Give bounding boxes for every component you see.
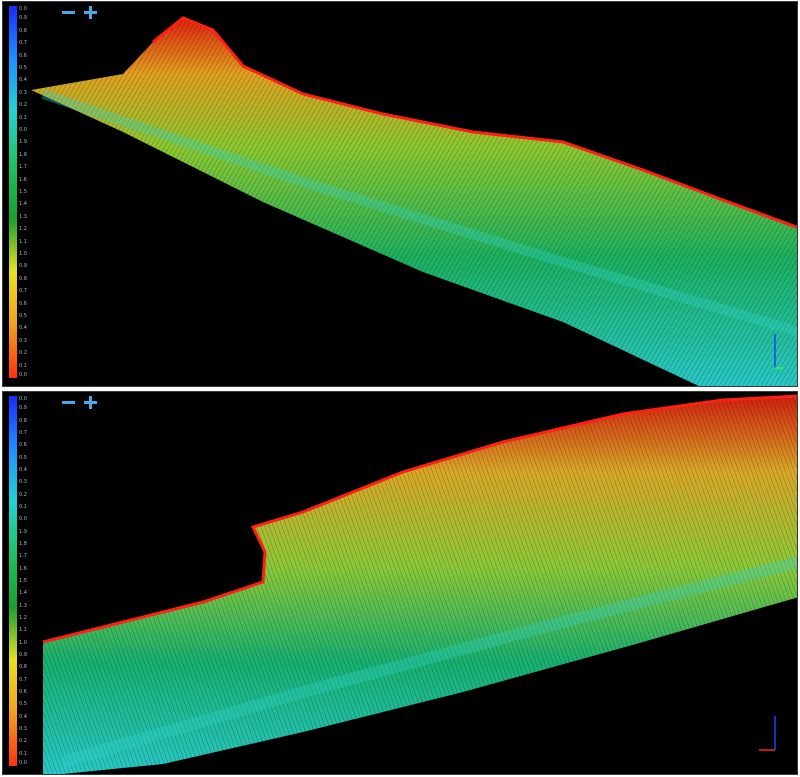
scale-tick-label: 1.0 bbox=[19, 251, 27, 257]
scale-tick-label: 0.3 bbox=[19, 89, 27, 96]
scale-tick-label: 0.5 bbox=[19, 65, 27, 71]
scale-tick-label: 0.7 bbox=[19, 430, 27, 436]
scale-tick-label: 0.8 bbox=[19, 275, 27, 282]
scale-tick-label: 1.0 bbox=[19, 639, 27, 646]
scale-tick-label: 1.9 bbox=[19, 139, 27, 146]
scale-tick-label: 1.5 bbox=[19, 189, 27, 195]
scale-tick-label: 0.4 bbox=[19, 467, 27, 473]
color-scale-bar bbox=[9, 6, 17, 378]
minus-icon bbox=[62, 11, 75, 14]
scale-tick-label: 0.5 bbox=[19, 454, 27, 461]
scale-tick-label: 0.9 bbox=[19, 405, 27, 412]
point-cloud-viewport-top[interactable]: 0.0 0.9 0.8 0.7 0.6 0.5 0.4 0.3 0.2 0.1 0.0 1.9 1.8 1… bbox=[2, 1, 798, 387]
zoom-controls-top bbox=[61, 3, 105, 23]
scale-tick-label: 0.0 bbox=[19, 760, 27, 766]
zoom-out-button[interactable] bbox=[61, 394, 77, 412]
scale-tick-label: 0.8 bbox=[19, 417, 27, 424]
scale-tick-label: 0.7 bbox=[19, 288, 27, 295]
scale-tick-label: 1.1 bbox=[19, 627, 27, 634]
scale-tick-label: 0.1 bbox=[19, 750, 27, 757]
scale-tick-label: 1.8 bbox=[19, 541, 27, 547]
scale-tick-label: 0.5 bbox=[19, 701, 27, 708]
scale-tick-label: 0.4 bbox=[19, 325, 27, 332]
scale-tick-label: 0.0 bbox=[19, 372, 27, 378]
scale-tick-label: 0.3 bbox=[19, 337, 27, 344]
scale-tick-label: 0.7 bbox=[19, 40, 27, 47]
scale-tick-label: 0.0 bbox=[19, 396, 27, 402]
scale-tick-label: 0.2 bbox=[19, 350, 27, 357]
scale-tick-label: 0.6 bbox=[19, 442, 27, 449]
axis-gizmo-top bbox=[774, 334, 783, 369]
scale-tick-label: 0.5 bbox=[19, 313, 27, 319]
scale-tick-label: 1.3 bbox=[19, 213, 27, 220]
zoom-out-button[interactable] bbox=[61, 4, 77, 22]
zoom-in-button[interactable] bbox=[83, 394, 99, 412]
terrain-point-cloud-bottom[interactable] bbox=[3, 392, 798, 775]
zoom-controls-bottom bbox=[61, 393, 105, 413]
scale-tick-label: 0.9 bbox=[19, 263, 27, 270]
scale-tick-label: 0.8 bbox=[19, 27, 27, 34]
scale-tick-label: 1.7 bbox=[19, 553, 27, 560]
scale-tick-label: 1.6 bbox=[19, 176, 27, 183]
scale-tick-label: 0.1 bbox=[19, 504, 27, 510]
scale-tick-label: 1.2 bbox=[19, 615, 27, 621]
scale-tick-label: 1.4 bbox=[19, 590, 27, 597]
scale-tick-label: 1.2 bbox=[19, 226, 27, 233]
scale-tick-label: 0.6 bbox=[19, 689, 27, 695]
scale-tick-label: 0.0 bbox=[19, 127, 27, 133]
scale-tick-label: 0.9 bbox=[19, 15, 27, 22]
scale-tick-label: 0.8 bbox=[19, 664, 27, 671]
scale-tick-label: 0.6 bbox=[19, 52, 27, 59]
scale-tick-label: 0.3 bbox=[19, 479, 27, 486]
scale-tick-label: 0.2 bbox=[19, 102, 27, 109]
scale-tick-label: 0.4 bbox=[19, 77, 27, 84]
scale-tick-label: 1.8 bbox=[19, 151, 27, 158]
scale-tick-label: 0.3 bbox=[19, 726, 27, 732]
minus-icon bbox=[62, 401, 75, 404]
scale-tick-label: 1.6 bbox=[19, 565, 27, 572]
scale-tick-label: 0.1 bbox=[19, 114, 27, 121]
axis-gizmo-bottom bbox=[759, 716, 776, 751]
scale-tick-label: 0.7 bbox=[19, 676, 27, 683]
scale-tick-label: 1.4 bbox=[19, 201, 27, 208]
scale-tick-label: 0.2 bbox=[19, 491, 27, 498]
scale-tick-label: 0.0 bbox=[19, 516, 27, 523]
scale-tick-label: 1.1 bbox=[19, 238, 27, 245]
terrain-point-cloud-top[interactable] bbox=[3, 2, 798, 387]
scale-tick-label: 1.7 bbox=[19, 164, 27, 171]
scale-tick-label: 0.1 bbox=[19, 362, 27, 369]
scale-tick-label: 0.4 bbox=[19, 713, 27, 720]
scale-tick-label: 0.2 bbox=[19, 738, 27, 745]
zoom-in-button[interactable] bbox=[83, 4, 99, 22]
color-scale-bar bbox=[9, 396, 17, 766]
point-cloud-viewport-bottom[interactable]: 0.0 0.9 0.8 0.7 0.6 0.5 0.4 0.3 0.2 0.1 0.0 1.9 1.8 1… bbox=[2, 391, 798, 775]
scale-tick-label: 0.6 bbox=[19, 300, 27, 307]
scale-tick-label: 1.3 bbox=[19, 602, 27, 609]
scale-tick-label: 1.5 bbox=[19, 578, 27, 584]
scale-tick-label: 0.9 bbox=[19, 652, 27, 658]
scale-tick-label: 1.9 bbox=[19, 528, 27, 535]
scale-tick-label: 0.0 bbox=[19, 6, 27, 12]
